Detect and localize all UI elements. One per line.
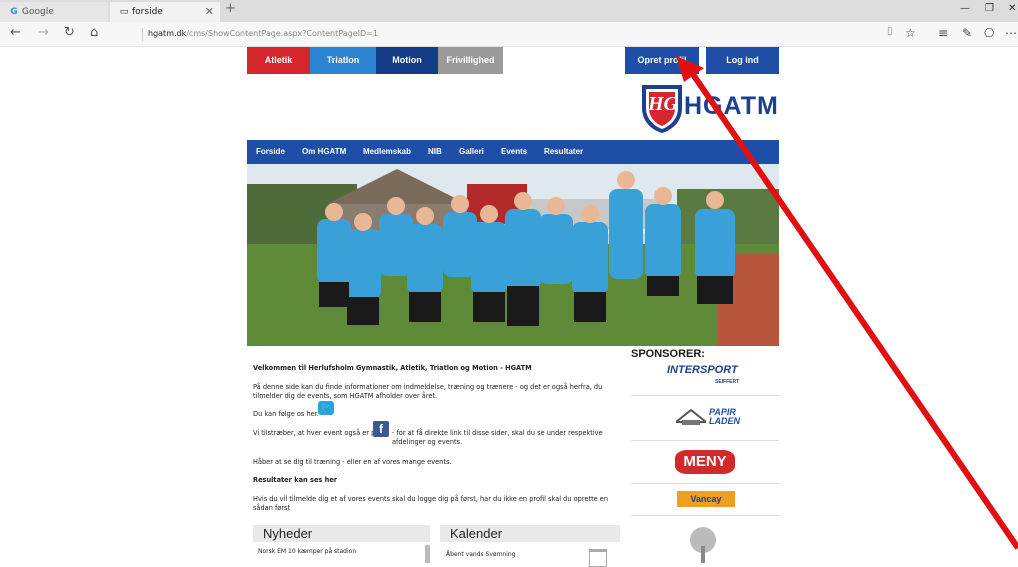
annotation-arrow <box>676 56 1018 550</box>
